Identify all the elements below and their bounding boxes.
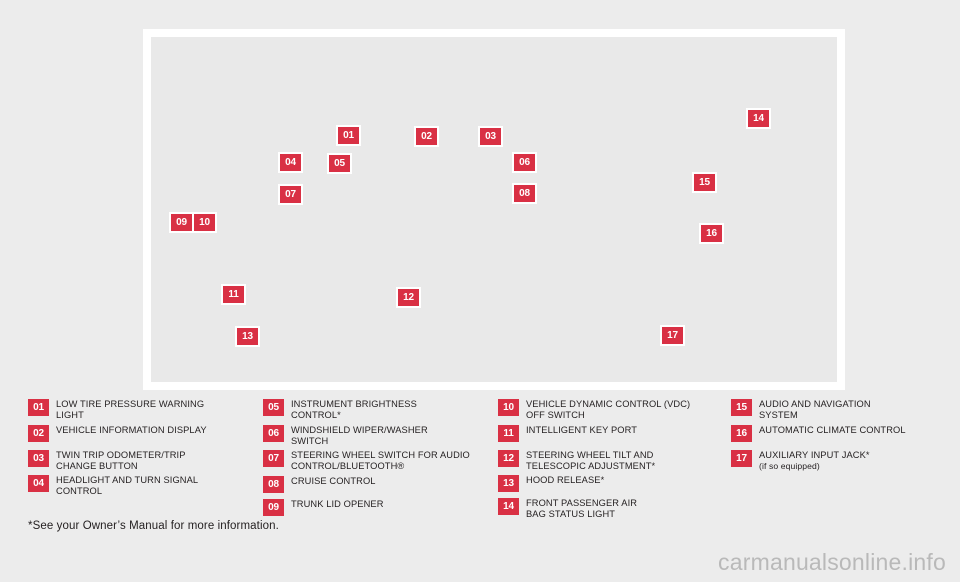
footnote: *See your Owner’s Manual for more inform… (28, 520, 279, 532)
legend-item-03: 03 TWIN TRIP ODOMETER/TRIP CHANGE BUTTON (28, 449, 258, 473)
legend-label-03: TWIN TRIP ODOMETER/TRIP CHANGE BUTTON (56, 449, 258, 473)
legend-badge-04[interactable]: 04 (28, 475, 49, 493)
legend-label-02: VEHICLE INFORMATION DISPLAY (56, 424, 258, 436)
legend-label-12: STEERING WHEEL TILT AND TELESCOPIC ADJUS… (526, 449, 728, 473)
legend-badge-03[interactable]: 03 (28, 449, 49, 467)
legend-label-09: TRUNK LID OPENER (291, 498, 493, 510)
diagram-image: 01 02 03 04 05 06 07 08 09 10 11 12 13 14 15 16 17 (151, 37, 837, 382)
legend-badge-08[interactable]: 08 (263, 475, 284, 493)
diagram-marker-11[interactable]: 11 (221, 284, 246, 305)
legend-item-15: 15 AUDIO AND NAVIGATION SYSTEM (731, 398, 956, 422)
diagram-frame: 01 02 03 04 05 06 07 08 09 10 11 12 13 14 15 16 17 (143, 29, 845, 390)
diagram-marker-14[interactable]: 14 (746, 108, 771, 129)
legend-label-main: VEHICLE INFORMATION DISPLAY (56, 424, 207, 435)
legend-label-06: WINDSHIELD WIPER/WASHER SWITCH (291, 424, 493, 448)
diagram-marker-15[interactable]: 15 (692, 172, 717, 193)
legend-label-main: AUTOMATIC CLIMATE CONTROL (759, 424, 906, 435)
legend-item-05: 05 INSTRUMENT BRIGHTNESS CONTROL* (263, 398, 493, 422)
legend-badge-06[interactable]: 06 (263, 424, 284, 442)
legend-item-04: 04 HEADLIGHT AND TURN SIGNAL CONTROL (28, 474, 258, 498)
diagram-marker-01[interactable]: 01 (336, 125, 361, 146)
legend-label-11: INTELLIGENT KEY PORT (526, 424, 728, 436)
legend-badge-13[interactable]: 13 (498, 475, 519, 493)
legend-label-10: VEHICLE DYNAMIC CONTROL (VDC) OFF SWITCH (526, 398, 728, 422)
legend-label-main: STEERING WHEEL SWITCH FOR AUDIO CONTROL/… (291, 450, 470, 472)
diagram-marker-13[interactable]: 13 (235, 326, 260, 347)
legend-label-main: INSTRUMENT BRIGHTNESS CONTROL* (291, 399, 417, 421)
legend-badge-17[interactable]: 17 (731, 449, 752, 467)
legend-label-08: CRUISE CONTROL (291, 475, 493, 487)
diagram-marker-02[interactable]: 02 (414, 126, 439, 147)
legend-label-sub: (if so equipped) (759, 460, 820, 471)
diagram-marker-16[interactable]: 16 (699, 223, 724, 244)
diagram-marker-12[interactable]: 12 (396, 287, 421, 308)
page-root: 01 02 03 04 05 06 07 08 09 10 11 12 13 14 15 16 17 01 LOW… (0, 0, 960, 582)
legend-label-15: AUDIO AND NAVIGATION SYSTEM (759, 398, 956, 422)
legend: 01 LOW TIRE PRESSURE WARNING LIGHT 02 VEHIC… (0, 398, 960, 519)
legend-item-16: 16 AUTOMATIC CLIMATE CONTROL (731, 424, 956, 442)
legend-item-08: 08 CRUISE CONTROL (263, 475, 493, 493)
legend-item-07: 07 STEERING WHEEL SWITCH FOR AUDIO CONTRO… (263, 449, 493, 473)
legend-item-12: 12 STEERING WHEEL TILT AND TELESCOPIC ADJ… (498, 449, 728, 473)
diagram-marker-03[interactable]: 03 (478, 126, 503, 147)
legend-label-main: AUXILIARY INPUT JACK* (759, 449, 870, 460)
legend-label-04: HEADLIGHT AND TURN SIGNAL CONTROL (56, 474, 258, 498)
legend-label-main: HEADLIGHT AND TURN SIGNAL CONTROL (56, 475, 199, 497)
legend-badge-07[interactable]: 07 (263, 450, 284, 468)
legend-item-17: 17 AUXILIARY INPUT JACK* (if so equipped) (731, 449, 956, 473)
legend-column-4: 15 AUDIO AND NAVIGATION SYSTEM 16 AUTOMATIC… (731, 398, 956, 474)
legend-badge-05[interactable]: 05 (263, 399, 284, 416)
legend-label-13: HOOD RELEASE* (526, 474, 728, 486)
diagram-marker-09[interactable]: 09 (169, 212, 194, 233)
legend-label-17: AUXILIARY INPUT JACK* (if so equipped) (759, 449, 956, 473)
legend-badge-12[interactable]: 12 (498, 449, 519, 467)
watermark: carmanualsonline.info (718, 549, 946, 575)
legend-label-07: STEERING WHEEL SWITCH FOR AUDIO CONTROL/… (291, 449, 493, 473)
legend-column-3: 10 VEHICLE DYNAMIC CONTROL (VDC) OFF SWIT… (498, 398, 728, 523)
legend-label-14: FRONT PASSENGER AIR BAG STATUS LIGHT (526, 497, 728, 521)
legend-label-main: INTELLIGENT KEY PORT (526, 424, 638, 435)
legend-label-main: TWIN TRIP ODOMETER/TRIP CHANGE BUTTON (56, 449, 186, 471)
diagram-marker-06[interactable]: 06 (512, 152, 537, 173)
legend-item-14: 14 FRONT PASSENGER AIR BAG STATUS LIGHT (498, 497, 728, 521)
legend-item-01: 01 LOW TIRE PRESSURE WARNING LIGHT (28, 398, 258, 422)
diagram-marker-10[interactable]: 10 (192, 212, 217, 233)
legend-item-10: 10 VEHICLE DYNAMIC CONTROL (VDC) OFF SWIT… (498, 398, 728, 422)
legend-label-main: FRONT PASSENGER AIR BAG STATUS LIGHT (526, 498, 638, 520)
legend-label-main: VEHICLE DYNAMIC CONTROL (VDC) OFF SWITCH (526, 399, 691, 421)
legend-label-main: HOOD RELEASE* (526, 475, 605, 486)
legend-badge-16[interactable]: 16 (731, 424, 752, 442)
legend-badge-11[interactable]: 11 (498, 424, 519, 442)
legend-label-main: LOW TIRE PRESSURE WARNING LIGHT (56, 399, 205, 421)
legend-badge-09[interactable]: 09 (263, 498, 284, 516)
legend-item-06: 06 WINDSHIELD WIPER/WASHER SWITCH (263, 424, 493, 448)
legend-item-13: 13 HOOD RELEASE* (498, 474, 728, 493)
legend-column-2: 05 INSTRUMENT BRIGHTNESS CONTROL* 06 WINDSH… (263, 398, 493, 518)
diagram-marker-05[interactable]: 05 (327, 153, 352, 174)
legend-badge-15[interactable]: 15 (731, 399, 752, 416)
diagram-marker-07[interactable]: 07 (278, 184, 303, 205)
legend-badge-10[interactable]: 10 (498, 399, 519, 416)
diagram-marker-04[interactable]: 04 (278, 152, 303, 173)
legend-column-1: 01 LOW TIRE PRESSURE WARNING LIGHT 02 VEHIC… (28, 398, 258, 500)
legend-label-main: AUDIO AND NAVIGATION SYSTEM (759, 399, 871, 421)
legend-label-main: CRUISE CONTROL (291, 475, 376, 486)
legend-label-16: AUTOMATIC CLIMATE CONTROL (759, 424, 956, 436)
legend-label-main: STEERING WHEEL TILT AND TELESCOPIC ADJUS… (526, 449, 656, 471)
legend-badge-02[interactable]: 02 (28, 424, 49, 442)
legend-label-main: TRUNK LID OPENER (291, 498, 384, 509)
diagram-marker-08[interactable]: 08 (512, 183, 537, 204)
legend-item-09: 09 TRUNK LID OPENER (263, 498, 493, 516)
legend-item-11: 11 INTELLIGENT KEY PORT (498, 424, 728, 442)
legend-badge-14[interactable]: 14 (498, 498, 519, 516)
legend-item-02: 02 VEHICLE INFORMATION DISPLAY (28, 424, 258, 442)
legend-badge-01[interactable]: 01 (28, 399, 49, 416)
legend-label-05: INSTRUMENT BRIGHTNESS CONTROL* (291, 398, 493, 422)
legend-label-01: LOW TIRE PRESSURE WARNING LIGHT (56, 398, 258, 422)
legend-label-main: WINDSHIELD WIPER/WASHER SWITCH (291, 424, 428, 446)
diagram-marker-17[interactable]: 17 (660, 325, 685, 346)
